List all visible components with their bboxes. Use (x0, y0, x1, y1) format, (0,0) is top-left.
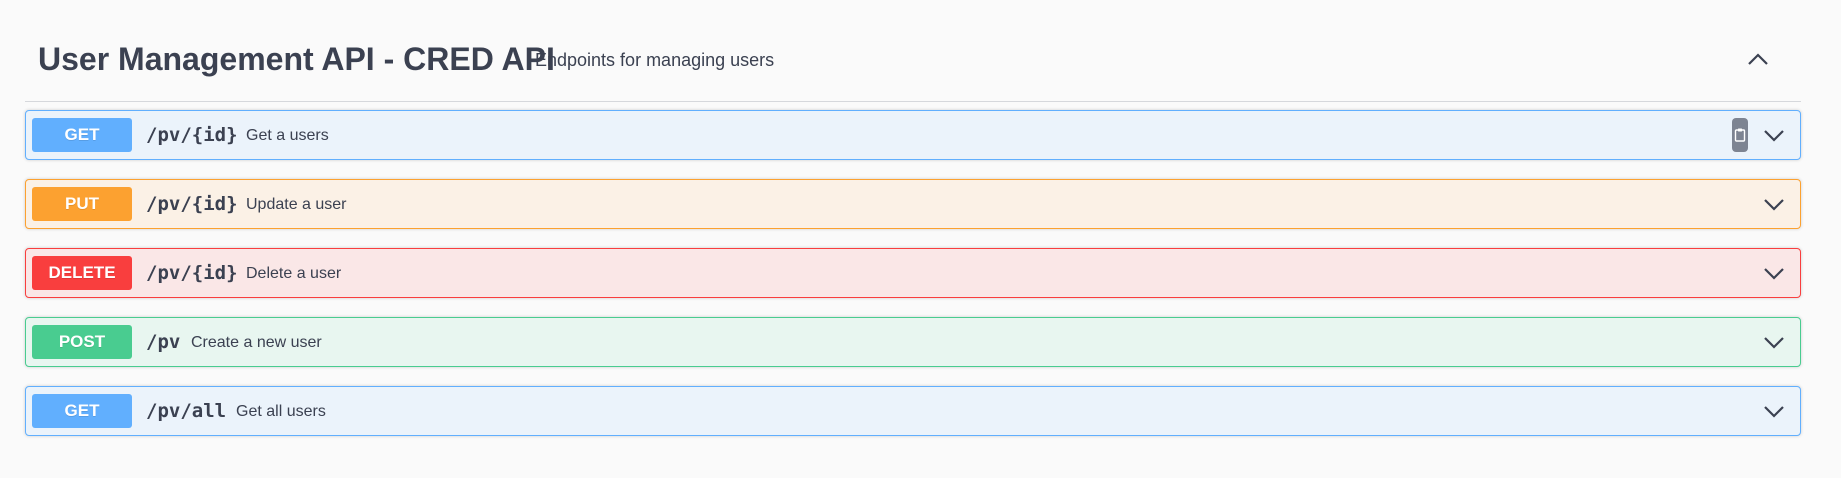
operation-get-pv-id[interactable]: GET /pv/{id} Get a users (25, 110, 1801, 160)
chevron-down-icon[interactable] (1760, 328, 1788, 356)
operation-path: /pv/{id} (146, 262, 238, 284)
chevron-down-icon[interactable] (1760, 259, 1788, 287)
tag-header[interactable]: User Management API - CRED API Endpoints… (25, 0, 1801, 102)
operation-summary: Delete a user (246, 265, 342, 282)
operation-put-pv-id[interactable]: PUT /pv/{id} Update a user (25, 179, 1801, 229)
tag-description: Endpoints for managing users (535, 50, 775, 70)
copy-icon[interactable] (1732, 118, 1748, 152)
method-badge: PUT (32, 187, 132, 221)
operation-post-pv[interactable]: POST /pv Create a new user (25, 317, 1801, 367)
tag-title: User Management API - CRED API (38, 41, 555, 77)
chevron-down-icon[interactable] (1760, 397, 1788, 425)
operation-summary: Update a user (246, 196, 347, 213)
method-badge: DELETE (32, 256, 132, 290)
operation-path: /pv (146, 331, 181, 353)
operation-delete-pv-id[interactable]: DELETE /pv/{id} Delete a user (25, 248, 1801, 298)
method-badge: POST (32, 325, 132, 359)
operation-path: /pv/{id} (146, 193, 238, 215)
operation-get-pv-all[interactable]: GET /pv/all Get all users (25, 386, 1801, 436)
chevron-up-icon[interactable] (1743, 44, 1773, 74)
operation-summary: Create a new user (191, 334, 322, 351)
tag-section: User Management API - CRED API Endpoints… (25, 0, 1801, 436)
chevron-down-icon[interactable] (1760, 190, 1788, 218)
operation-path: /pv/{id} (146, 124, 238, 146)
operation-path: /pv/all (146, 400, 227, 422)
method-badge: GET (32, 394, 132, 428)
chevron-down-icon[interactable] (1760, 121, 1788, 149)
method-badge: GET (32, 118, 132, 152)
operation-summary: Get all users (236, 403, 326, 420)
operation-summary: Get a users (246, 127, 329, 144)
